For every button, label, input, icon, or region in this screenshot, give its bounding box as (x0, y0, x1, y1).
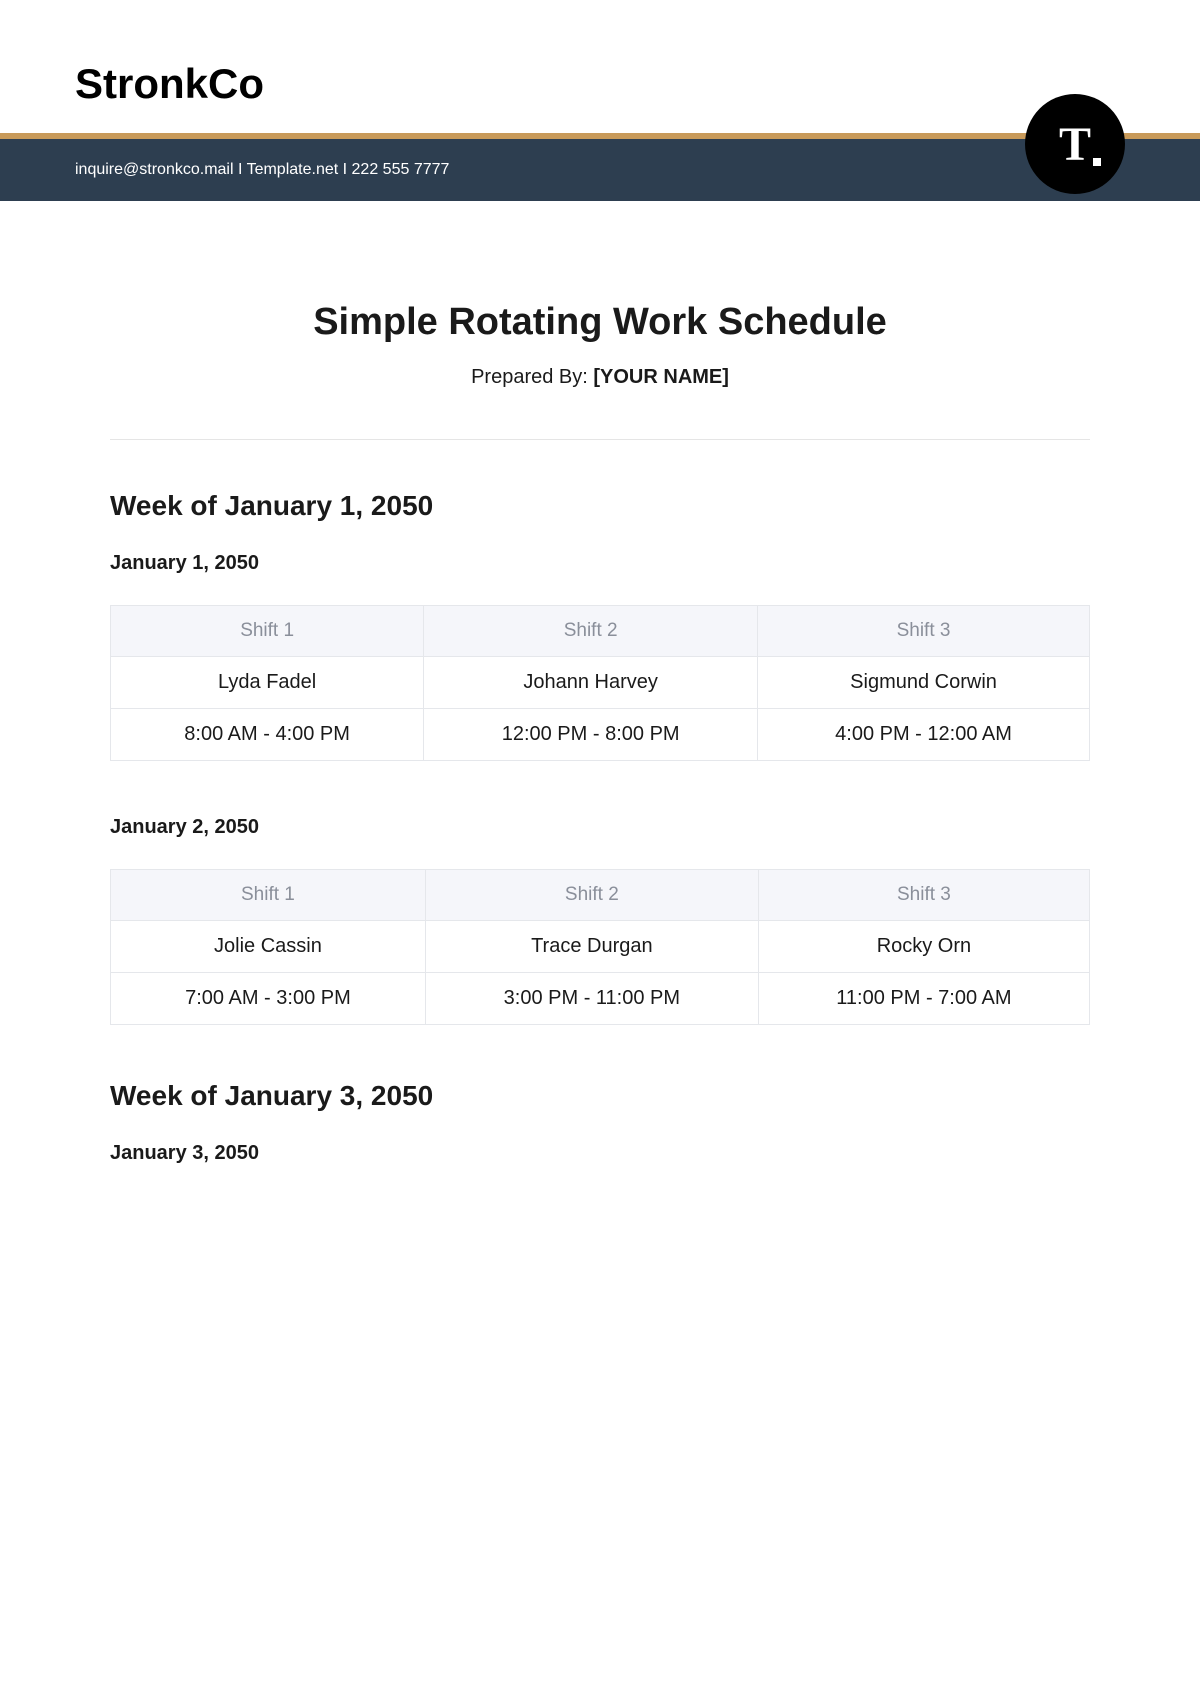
document-title: Simple Rotating Work Schedule (110, 301, 1090, 344)
employee-name: Jolie Cassin (111, 921, 426, 973)
table-row: 7:00 AM - 3:00 PM 3:00 PM - 11:00 PM 11:… (111, 973, 1090, 1025)
separator: I (338, 161, 351, 178)
table-row: Lyda Fadel Johann Harvey Sigmund Corwin (111, 657, 1090, 709)
table-row: 8:00 AM - 4:00 PM 12:00 PM - 8:00 PM 4:0… (111, 709, 1090, 761)
employee-name: Rocky Orn (758, 921, 1089, 973)
day-heading: January 3, 2050 (110, 1142, 1090, 1165)
employee-name: Johann Harvey (424, 657, 758, 709)
contact-email: inquire@stronkco.mail (75, 161, 234, 178)
prepared-by: Prepared By: [YOUR NAME] (110, 366, 1090, 389)
shift-header: Shift 2 (425, 870, 758, 921)
prepared-by-value: [YOUR NAME] (593, 366, 729, 388)
company-name: StronkCo (0, 0, 1200, 133)
week-heading: Week of January 3, 2050 (110, 1080, 1090, 1112)
schedule-table: Shift 1 Shift 2 Shift 3 Lyda Fadel Johan… (110, 605, 1090, 761)
week-section: Week of January 3, 2050 January 3, 2050 (110, 1080, 1090, 1165)
shift-header: Shift 1 (111, 870, 426, 921)
table-row: Jolie Cassin Trace Durgan Rocky Orn (111, 921, 1090, 973)
content-area: Simple Rotating Work Schedule Prepared B… (0, 201, 1200, 1165)
week-heading: Week of January 1, 2050 (110, 490, 1090, 522)
shift-time: 12:00 PM - 8:00 PM (424, 709, 758, 761)
contact-phone: 222 555 7777 (352, 161, 450, 178)
shift-time: 4:00 PM - 12:00 AM (758, 709, 1090, 761)
employee-name: Lyda Fadel (111, 657, 424, 709)
shift-time: 11:00 PM - 7:00 AM (758, 973, 1089, 1025)
shift-header: Shift 2 (424, 606, 758, 657)
prepared-by-label: Prepared By: (471, 366, 593, 388)
shift-header: Shift 1 (111, 606, 424, 657)
shift-header: Shift 3 (758, 870, 1089, 921)
table-header-row: Shift 1 Shift 2 Shift 3 (111, 606, 1090, 657)
table-header-row: Shift 1 Shift 2 Shift 3 (111, 870, 1090, 921)
shift-header: Shift 3 (758, 606, 1090, 657)
separator: I (234, 161, 247, 178)
day-heading: January 1, 2050 (110, 552, 1090, 575)
shift-time: 7:00 AM - 3:00 PM (111, 973, 426, 1025)
logo-badge: T (1025, 94, 1125, 194)
employee-name: Sigmund Corwin (758, 657, 1090, 709)
shift-time: 8:00 AM - 4:00 PM (111, 709, 424, 761)
schedule-table: Shift 1 Shift 2 Shift 3 Jolie Cassin Tra… (110, 869, 1090, 1025)
day-heading: January 2, 2050 (110, 816, 1090, 839)
header-bar: inquire@stronkco.mail I Template.net I 2… (0, 133, 1200, 201)
shift-time: 3:00 PM - 11:00 PM (425, 973, 758, 1025)
contact-website: Template.net (247, 161, 339, 178)
week-section: Week of January 1, 2050 January 1, 2050 … (110, 490, 1090, 1025)
contact-info: inquire@stronkco.mail I Template.net I 2… (75, 161, 1125, 179)
employee-name: Trace Durgan (425, 921, 758, 973)
divider (110, 439, 1090, 440)
logo-text: T (1059, 117, 1091, 172)
